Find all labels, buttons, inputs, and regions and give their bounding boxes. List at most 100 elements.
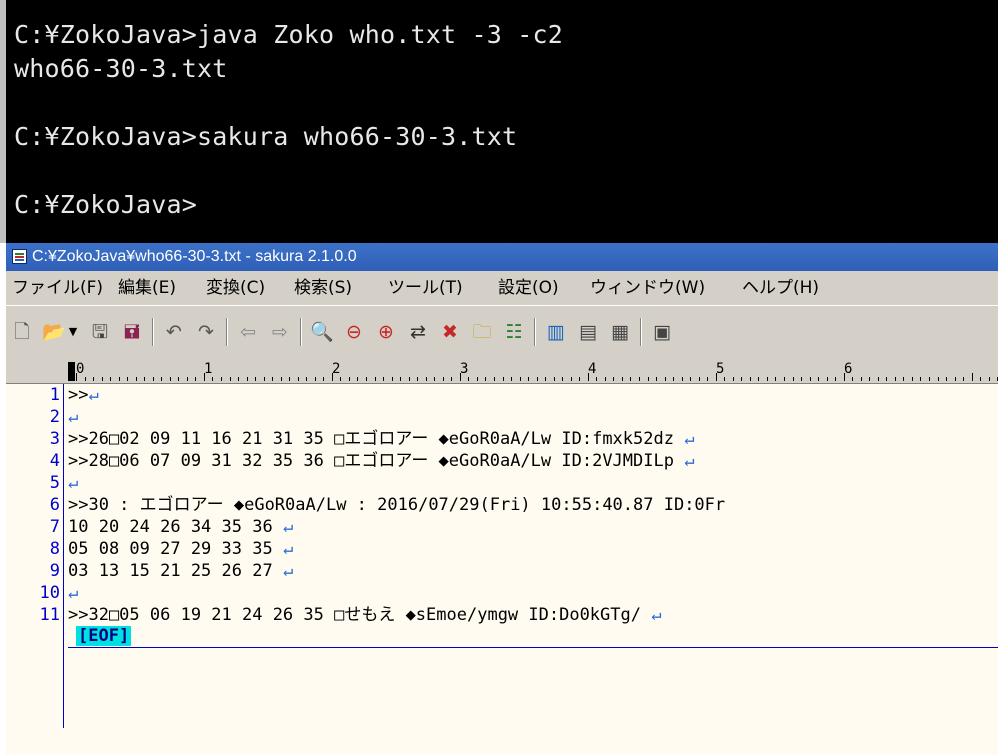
menu-window[interactable]: ウィンドウ(W) bbox=[590, 277, 705, 299]
menu-file[interactable]: ファイル(F) bbox=[12, 277, 103, 299]
menu-bar: ファイル(F) 編集(E) 変換(C) 検索(S) ツール(T) 設定(O) ウ… bbox=[6, 271, 998, 305]
ruler-tick bbox=[690, 377, 692, 381]
menu-settings[interactable]: 設定(O) bbox=[498, 277, 559, 299]
ruler-tick bbox=[963, 377, 965, 381]
new-file-icon[interactable]: 🗋 bbox=[10, 320, 34, 344]
toolbar-separator bbox=[226, 318, 228, 346]
clear-highlight-icon[interactable]: ✖ bbox=[438, 320, 462, 344]
ruler-tick bbox=[792, 377, 794, 381]
ruler-tick bbox=[596, 377, 598, 381]
ruler-number: 4 bbox=[588, 361, 597, 377]
search-icon[interactable]: 🔍 bbox=[310, 320, 334, 344]
replace-icon[interactable]: ⇄ bbox=[406, 320, 430, 344]
ruler-tick bbox=[809, 377, 811, 381]
text-line: >>28□06 07 09 31 32 35 36 □エゴロアー ◆eGoR0a… bbox=[68, 450, 694, 472]
ruler-tick bbox=[587, 373, 589, 381]
ruler-tick bbox=[340, 377, 342, 381]
ruler-tick bbox=[511, 377, 513, 381]
save-icon[interactable]: 🖫 bbox=[88, 320, 112, 344]
command-prompt-window[interactable]: C:¥ZokoJava>java Zoko who.txt -3 -c2 who… bbox=[0, 0, 998, 243]
menu-edit[interactable]: 編集(E) bbox=[118, 277, 176, 299]
line-number: 1 bbox=[49, 385, 60, 405]
line-text: 10 20 24 26 34 35 36 bbox=[68, 517, 283, 537]
tile-horizontal-icon[interactable]: ▤ bbox=[576, 320, 600, 344]
ruler-tick bbox=[263, 377, 265, 381]
dropdown-arrow-icon[interactable]: ▼ bbox=[66, 320, 80, 344]
eof-marker: [EOF] bbox=[76, 626, 132, 646]
newline-mark: ↵ bbox=[88, 385, 99, 405]
tile-vertical-icon[interactable]: ▥ bbox=[544, 320, 568, 344]
notepad-app-icon[interactable] bbox=[12, 249, 27, 264]
ruler-tick bbox=[391, 377, 393, 381]
console-left-border bbox=[0, 0, 6, 243]
ruler-tick bbox=[110, 377, 112, 381]
ruler-tick bbox=[604, 377, 606, 381]
line-number: 2 bbox=[49, 407, 60, 427]
ruler-tick bbox=[84, 377, 86, 381]
text-content[interactable]: >>↵ ↵ >>26□02 09 11 16 21 31 35 □エゴロアー ◆… bbox=[68, 384, 998, 755]
ruler-tick bbox=[886, 377, 888, 381]
line-number: 3 bbox=[49, 429, 60, 449]
console-line: C:¥ZokoJava> bbox=[14, 190, 198, 219]
title-bar[interactable]: C:¥ZokoJava¥who66-30-3.txt - sakura 2.1.… bbox=[6, 243, 998, 271]
undo-icon[interactable]: ↶ bbox=[162, 320, 186, 344]
outline-icon[interactable]: ☷ bbox=[502, 320, 526, 344]
ruler-tick bbox=[127, 377, 129, 381]
ruler-tick bbox=[408, 377, 410, 381]
properties-icon[interactable]: ▣ bbox=[650, 320, 674, 344]
menu-help[interactable]: ヘルプ(H) bbox=[742, 277, 819, 299]
ruler-tick bbox=[673, 377, 675, 381]
sakura-editor-window[interactable]: C:¥ZokoJava¥who66-30-3.txt - sakura 2.1.… bbox=[6, 243, 998, 755]
grep-icon[interactable]: 🗀 bbox=[470, 320, 494, 344]
ruler-number: 6 bbox=[844, 361, 853, 377]
ruler-tick bbox=[297, 377, 299, 381]
ruler-tick bbox=[400, 377, 402, 381]
ruler-number: 5 bbox=[716, 361, 725, 377]
toolbar-separator bbox=[640, 318, 642, 346]
ruler-tick bbox=[946, 377, 948, 381]
column-ruler: 0 1 2 3 4 5 6 bbox=[6, 361, 998, 384]
save-as-icon[interactable]: 🖬 bbox=[120, 320, 144, 344]
menu-convert[interactable]: 変換(C) bbox=[206, 277, 265, 299]
ruler-tick bbox=[766, 377, 768, 381]
ruler-tick bbox=[203, 373, 205, 381]
toolbar-separator bbox=[534, 318, 536, 346]
ruler-tick bbox=[971, 373, 973, 381]
ruler-tick bbox=[843, 373, 845, 381]
line-text: >>26□02 09 11 16 21 31 35 □エゴロアー ◆eGoR0a… bbox=[68, 429, 685, 449]
line-number: 7 bbox=[49, 517, 60, 537]
ruler-tick bbox=[366, 377, 368, 381]
menu-tools[interactable]: ツール(T) bbox=[388, 277, 463, 299]
search-previous-icon[interactable]: ⊖ bbox=[342, 320, 366, 344]
line-number: 10 bbox=[39, 583, 60, 603]
ruler-tick bbox=[221, 377, 222, 381]
ruler-tick bbox=[118, 377, 120, 381]
ruler-tick bbox=[374, 377, 376, 381]
open-folder-icon[interactable]: 📂 bbox=[42, 320, 66, 344]
ruler-number: 0 bbox=[76, 361, 85, 377]
ruler-tick bbox=[894, 377, 896, 381]
search-next-icon[interactable]: ⊕ bbox=[374, 320, 398, 344]
jump-forward-icon[interactable]: ⇨ bbox=[268, 320, 292, 344]
redo-icon[interactable]: ↷ bbox=[194, 320, 218, 344]
menu-search[interactable]: 検索(S) bbox=[294, 277, 352, 299]
ruler-tick bbox=[929, 377, 930, 381]
ruler-tick bbox=[144, 377, 146, 381]
ruler-tick bbox=[988, 377, 990, 381]
ruler-tick bbox=[681, 377, 683, 381]
ruler-number: 1 bbox=[204, 361, 213, 377]
ruler-tick bbox=[468, 377, 470, 381]
editor-area[interactable]: 0 1 2 3 4 5 6 1 2 3 4 5 6 7 8 9 10 11 >>… bbox=[6, 361, 998, 755]
ruler-tick bbox=[758, 377, 760, 381]
ruler-tick bbox=[826, 377, 828, 381]
ruler-tick bbox=[485, 377, 487, 381]
jump-back-icon[interactable]: ⇦ bbox=[236, 320, 260, 344]
ruler-cursor bbox=[68, 362, 75, 381]
ruler-tick bbox=[76, 373, 77, 381]
ruler-tick bbox=[169, 377, 171, 381]
cascade-icon[interactable]: ▦ bbox=[608, 320, 632, 344]
ruler-tick bbox=[357, 377, 359, 381]
text-line: >>↵ bbox=[68, 384, 99, 406]
